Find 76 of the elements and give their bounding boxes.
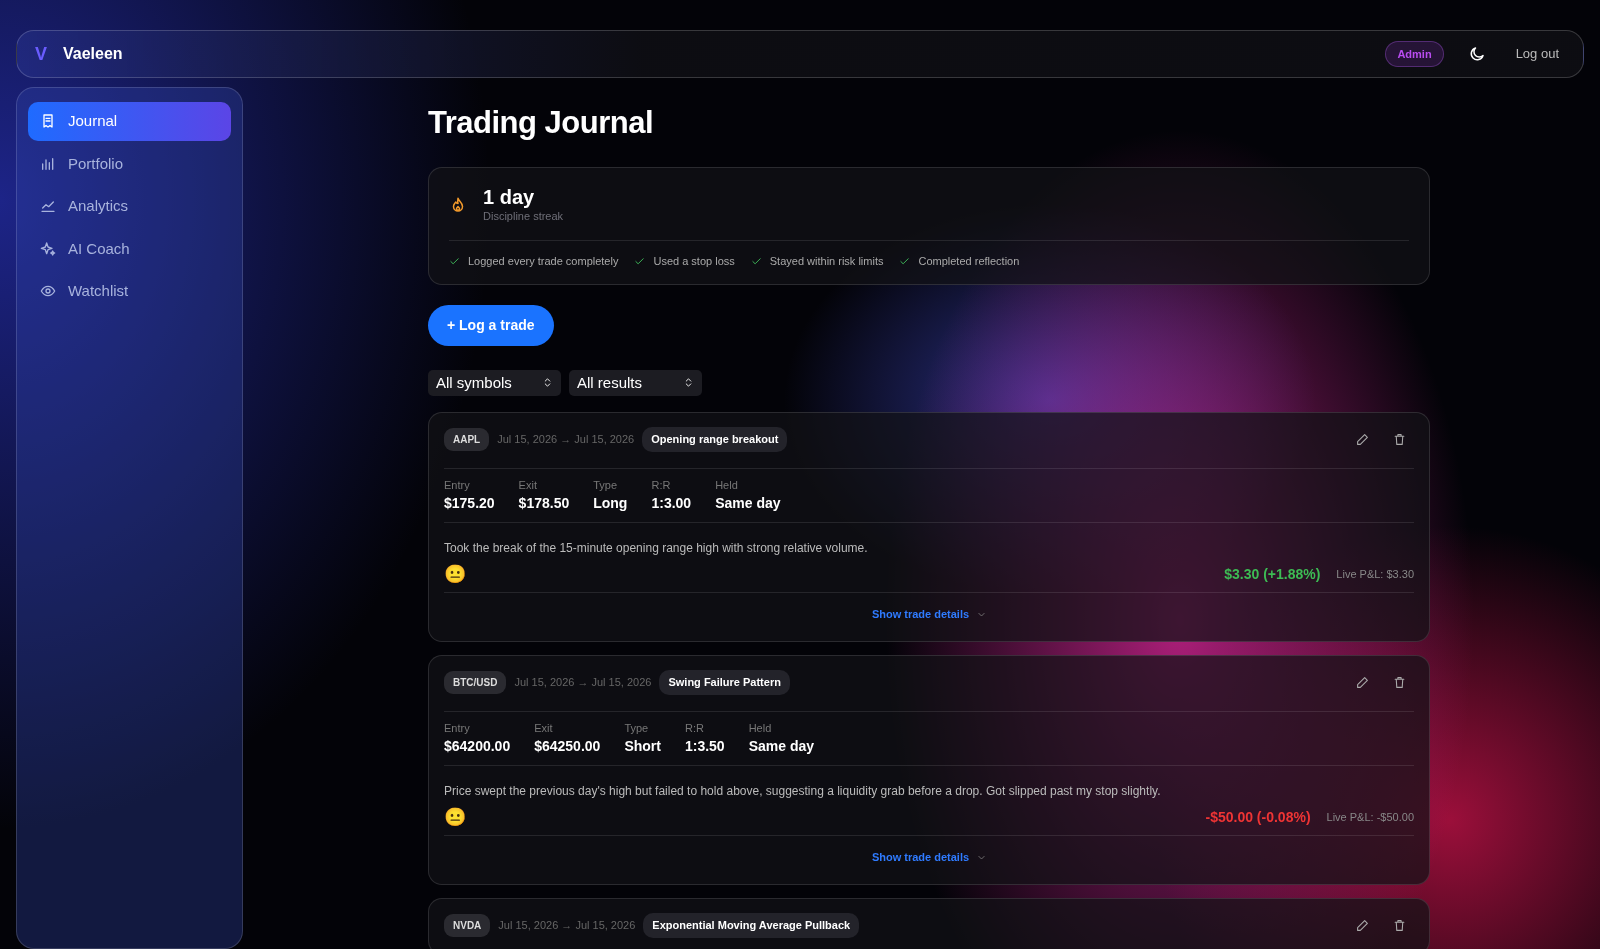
date-range: Jul 15, 2026 → Jul 15, 2026 bbox=[498, 918, 636, 933]
edit-button[interactable] bbox=[1356, 675, 1369, 689]
pnl-value: -$50.00 (-0.08%) bbox=[1205, 808, 1311, 827]
pencil-icon bbox=[1356, 918, 1369, 932]
checklist-item: Completed reflection bbox=[899, 253, 1020, 270]
stat-label: Entry bbox=[444, 720, 471, 736]
line-chart-icon bbox=[40, 198, 56, 215]
stat-value: Short bbox=[624, 737, 661, 756]
edit-button[interactable] bbox=[1356, 432, 1369, 446]
pnl-value: $3.30 (+1.88%) bbox=[1224, 565, 1321, 584]
stat-value: $64200.00 bbox=[444, 737, 511, 756]
stat-value: Long bbox=[593, 494, 628, 513]
stat-label: Exit bbox=[534, 720, 554, 736]
stat-label: Entry bbox=[444, 477, 471, 493]
checklist-item: Logged every trade completely bbox=[449, 253, 619, 270]
stat-label: Exit bbox=[518, 477, 538, 493]
strategy-tag: Opening range breakout bbox=[642, 427, 788, 452]
stat-label: Held bbox=[715, 477, 739, 493]
log-trade-button[interactable]: + Log a trade bbox=[428, 304, 554, 346]
chevron-updown-icon bbox=[683, 376, 694, 390]
sidebar-item[interactable]: Portfolio bbox=[28, 144, 231, 183]
page-title: Trading Journal bbox=[428, 104, 655, 142]
symbol-tag: AAPL bbox=[444, 427, 490, 451]
strategy-tag: Exponential Moving Average Pullback bbox=[643, 913, 860, 938]
stat-value: $178.50 bbox=[518, 494, 570, 513]
chevron-updown-icon bbox=[542, 376, 553, 390]
trash-icon bbox=[1393, 918, 1406, 932]
logo-mark: V bbox=[35, 42, 47, 66]
mood-emoji: 😐 bbox=[444, 563, 466, 586]
date-range: Jul 15, 2026 → Jul 15, 2026 bbox=[497, 432, 635, 447]
stat-value: Same day bbox=[715, 494, 781, 513]
stat-value: 1:3.50 bbox=[684, 737, 725, 756]
bar-chart-icon bbox=[40, 155, 56, 172]
sidebar-item[interactable]: Watchlist bbox=[28, 272, 231, 311]
live-pnl: Live P&L: -$50.00 bbox=[1326, 810, 1414, 826]
mood-emoji: 😐 bbox=[444, 806, 466, 829]
details-toggle[interactable]: Show trade details bbox=[865, 605, 993, 624]
checklist-item: Used a stop loss bbox=[634, 253, 735, 270]
details-toggle[interactable]: Show trade details bbox=[865, 848, 993, 867]
sidebar-item[interactable]: Journal bbox=[28, 102, 231, 141]
stat-label: Held bbox=[748, 720, 773, 736]
stat-value: 1:3.00 bbox=[651, 494, 692, 513]
sparkle-icon bbox=[40, 240, 56, 257]
filter-select[interactable]: All results bbox=[569, 369, 702, 396]
streak-value: 1 day bbox=[483, 185, 536, 208]
streak-label: Discipline streak bbox=[483, 208, 564, 224]
filter-select[interactable]: All symbols bbox=[428, 369, 561, 396]
checklist-item: Stayed within risk limits bbox=[750, 253, 884, 270]
role-badge: Admin bbox=[1385, 40, 1444, 68]
brand-name: Vaeleen bbox=[63, 44, 123, 64]
stat-label: R:R bbox=[651, 477, 672, 493]
stat-value: $175.20 bbox=[444, 494, 495, 513]
sidebar-item[interactable]: Analytics bbox=[28, 187, 231, 226]
stat-label: Type bbox=[624, 720, 650, 736]
trash-icon bbox=[1393, 675, 1406, 689]
stat-label: Type bbox=[593, 477, 619, 493]
stat-value: Same day bbox=[748, 737, 814, 756]
symbol-tag: NVDA bbox=[444, 913, 491, 937]
delete-button[interactable] bbox=[1393, 432, 1406, 446]
stat-label: R:R bbox=[684, 720, 705, 736]
trade-note: Took the break of the 15-minute opening range high with strong relative volume. bbox=[444, 540, 869, 557]
delete-button[interactable] bbox=[1393, 918, 1406, 932]
edit-button[interactable] bbox=[1356, 918, 1369, 932]
date-range: Jul 15, 2026 → Jul 15, 2026 bbox=[514, 675, 652, 690]
stat-value: $64250.00 bbox=[534, 737, 601, 756]
receipt-icon bbox=[40, 113, 56, 130]
strategy-tag: Swing Failure Pattern bbox=[659, 670, 790, 695]
logout-link[interactable]: Log out bbox=[1509, 43, 1565, 65]
delete-button[interactable] bbox=[1393, 675, 1406, 689]
symbol-tag: BTC/USD bbox=[444, 670, 507, 694]
live-pnl: Live P&L: $3.30 bbox=[1336, 567, 1414, 583]
trash-icon bbox=[1393, 432, 1406, 446]
sidebar-item[interactable]: AI Coach bbox=[28, 229, 231, 268]
trade-note: Price swept the previous day's high but failed to hold above, suggesting a liquidity grab before a drop. Got slipped past my stop slightly. bbox=[444, 783, 1162, 800]
pencil-icon bbox=[1356, 432, 1369, 446]
pencil-icon bbox=[1356, 675, 1369, 689]
